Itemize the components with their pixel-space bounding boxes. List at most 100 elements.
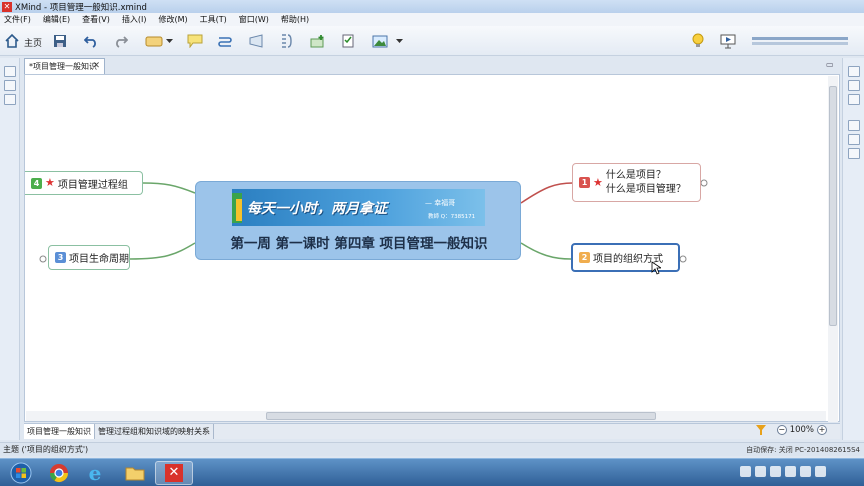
priority-1-icon: 1 xyxy=(579,177,590,188)
maximize-editor-icon[interactable]: ▭ xyxy=(826,60,834,69)
priority-3-icon: 3 xyxy=(55,252,66,263)
right-panel-strip xyxy=(842,58,864,440)
topic-1-line-2: 什么是项目管理？ xyxy=(605,183,686,195)
image-dropdown-icon[interactable] xyxy=(394,31,404,51)
link-topic-4 xyxy=(142,182,196,194)
topic-1-line-1: 什么是项目？ xyxy=(605,169,666,181)
menu-modify[interactable]: 修改(M) xyxy=(158,14,187,25)
overview-icon[interactable] xyxy=(4,94,16,105)
star-icon: ★ xyxy=(593,175,603,189)
editor-tab[interactable]: *项目管理一般知识 ✕ xyxy=(24,58,105,74)
tray-icon[interactable] xyxy=(755,466,766,477)
file-explorer-icon[interactable] xyxy=(116,461,154,485)
chrome-icon[interactable] xyxy=(40,461,78,485)
home-label[interactable]: 主页 xyxy=(24,36,42,49)
styles-panel-icon[interactable] xyxy=(848,148,860,159)
topic-1-text: 什么是项目？ 什么是项目管理？ xyxy=(606,169,686,197)
filter-icon[interactable] xyxy=(755,425,766,435)
toolbar: 主页 xyxy=(0,26,864,56)
horizontal-scroll-thumb[interactable] xyxy=(266,412,656,420)
status-bar: 主题 ('项目的组织方式') 自动保存: 关闭 PC-2014082615S4 xyxy=(0,442,864,456)
tray-icon[interactable] xyxy=(770,466,781,477)
menu-tools[interactable]: 工具(T) xyxy=(200,14,227,25)
star-icon: ★ xyxy=(45,176,55,189)
save-icon[interactable] xyxy=(50,31,70,51)
insert-topic-icon[interactable] xyxy=(144,31,164,51)
menu-bar: 文件(F) 编辑(E) 查看(V) 插入(I) 修改(M) 工具(T) 窗口(W… xyxy=(0,13,864,26)
vertical-scrollbar[interactable] xyxy=(828,76,838,422)
banner-decoration-2 xyxy=(236,199,242,221)
tray-icon[interactable] xyxy=(785,466,796,477)
task-icon[interactable] xyxy=(338,31,358,51)
topic-what-is-project[interactable]: 1 ★ 什么是项目？ 什么是项目管理？ xyxy=(572,163,701,202)
sheet-tab-process-mapping[interactable]: 管理过程组和知识域的映射关系 xyxy=(95,424,214,439)
priority-4-icon: 4 xyxy=(31,177,42,189)
xmind-taskbar-icon[interactable]: ✕ xyxy=(155,461,193,485)
status-autosave: 自动保存: 关闭 PC-2014082615S4 xyxy=(746,446,860,454)
zoom-value: 100% xyxy=(789,425,814,435)
windows-taskbar: e ✕ xyxy=(0,458,864,486)
menu-insert[interactable]: 插入(I) xyxy=(122,14,147,25)
presentation-icon[interactable] xyxy=(718,31,738,51)
link-topic-1 xyxy=(520,182,574,204)
lightbulb-icon[interactable] xyxy=(688,31,708,51)
zoom-out-icon[interactable]: − xyxy=(776,425,787,435)
outline-icon[interactable] xyxy=(4,80,16,91)
topic-organization-style[interactable]: 2 项目的组织方式 xyxy=(571,243,680,272)
restore-panel-icon[interactable] xyxy=(848,66,860,77)
network-tray-icon[interactable] xyxy=(800,466,811,477)
start-button-icon[interactable] xyxy=(2,461,40,485)
volume-tray-icon[interactable] xyxy=(815,466,826,477)
toolbar-extra-icon[interactable] xyxy=(750,31,850,51)
properties-icon[interactable] xyxy=(848,80,860,91)
zoom-control: − 100% + xyxy=(755,425,830,435)
topic-project-lifecycle[interactable]: 3 项目生命周期 xyxy=(48,245,130,270)
callout-icon[interactable] xyxy=(185,31,205,51)
markers-panel-icon[interactable] xyxy=(848,134,860,145)
boundary-icon[interactable] xyxy=(246,31,266,51)
topic-process-groups[interactable]: 4 ★ 项目管理过程组 xyxy=(25,171,143,195)
collapse-topic-3-icon xyxy=(39,255,47,263)
zoom-in-icon[interactable]: + xyxy=(817,425,827,435)
banner-image: 每天一小时，两月拿证 — 幸福哥 教師 Q：7385171 xyxy=(232,189,485,226)
collapse-topic-2-icon xyxy=(679,255,687,263)
close-icon[interactable]: ✕ xyxy=(92,61,100,71)
internet-explorer-icon[interactable]: e xyxy=(76,461,114,485)
link-topic-2 xyxy=(520,242,572,260)
priority-2-icon: 2 xyxy=(579,252,590,263)
banner-qq: 教師 Q：7385171 xyxy=(428,214,476,220)
restore-panel-2-icon[interactable] xyxy=(848,120,860,131)
image-icon[interactable] xyxy=(370,31,390,51)
sheet-tab-general-knowledge[interactable]: 项目管理一般知识 xyxy=(24,424,95,439)
mindmap-canvas[interactable]: 每天一小时，两月拿证 — 幸福哥 教師 Q：7385171 第一周 第一课时 第… xyxy=(24,74,840,422)
menu-edit[interactable]: 编辑(E) xyxy=(43,14,70,25)
redo-icon[interactable] xyxy=(111,31,131,51)
link-topic-3 xyxy=(129,242,196,260)
status-selection: 主题 ('项目的组织方式') xyxy=(3,445,89,454)
minimize-panel-icon[interactable] xyxy=(4,66,16,77)
horizontal-scrollbar[interactable] xyxy=(26,411,826,421)
summary-icon[interactable] xyxy=(276,31,296,51)
undo-icon[interactable] xyxy=(81,31,101,51)
left-panel-strip xyxy=(0,58,20,440)
menu-view[interactable]: 查看(V) xyxy=(82,14,110,25)
menu-help[interactable]: 帮助(H) xyxy=(281,14,309,25)
help-tray-icon[interactable] xyxy=(740,466,751,477)
collapse-topic-1-icon xyxy=(700,179,708,187)
chevron-down-icon[interactable] xyxy=(164,31,174,51)
window-title: XMind - 项目管理一般知识.xmind xyxy=(15,2,147,13)
vertical-scroll-thumb[interactable] xyxy=(829,86,837,326)
menu-file[interactable]: 文件(F) xyxy=(4,14,31,25)
sheet-tab-bar: 项目管理一般知识 管理过程组和知识域的映射关系 − 100% + xyxy=(24,423,840,439)
search-icon[interactable] xyxy=(848,94,860,105)
central-topic[interactable]: 每天一小时，两月拿证 — 幸福哥 教師 Q：7385171 第一周 第一课时 第… xyxy=(195,181,521,260)
home-icon[interactable] xyxy=(2,31,22,51)
marker-icon[interactable] xyxy=(308,31,328,51)
central-topic-title: 第一周 第一课时 第四章 项目管理一般知识 xyxy=(230,236,488,252)
topic-4-label: 项目管理过程组 xyxy=(57,179,128,191)
relationship-icon[interactable] xyxy=(215,31,235,51)
menu-window[interactable]: 窗口(W) xyxy=(239,14,269,25)
topic-3-label: 项目生命周期 xyxy=(69,254,129,265)
editor-tab-label: *项目管理一般知识 xyxy=(29,62,97,71)
cursor-icon xyxy=(651,261,661,275)
